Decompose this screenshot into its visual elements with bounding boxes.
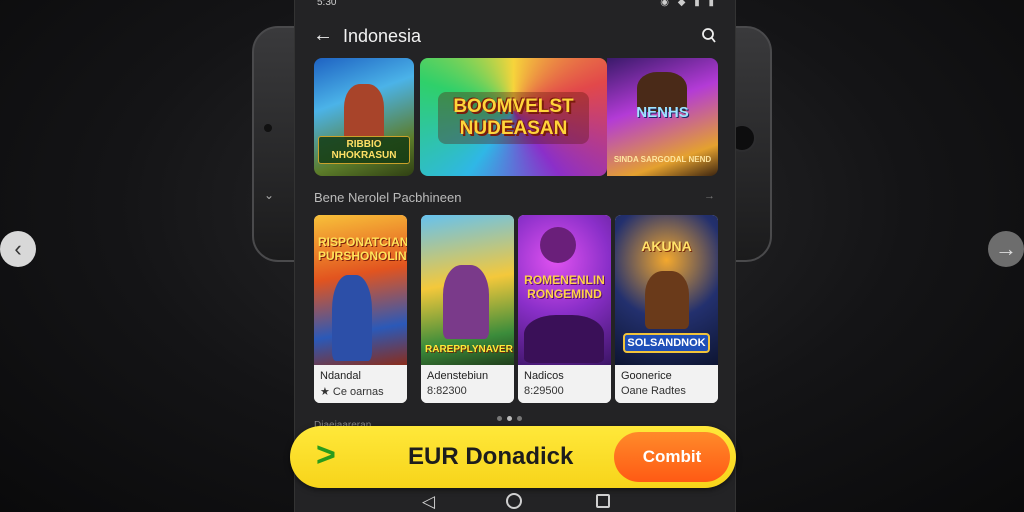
section-title: Bene Nerolel Pacbhineen [314,190,462,205]
card-meta: Goonerice Oane Radtes [615,365,718,403]
game-subtitle: Oane Radtes [621,385,686,397]
page-title: Indonesia [343,26,422,46]
status-time: 5:30 [317,0,337,8]
banner-title: NENHS [636,104,689,121]
system-navigation-bar: ◁ [294,490,736,512]
app-bar: ← Indonesia [295,20,735,54]
game-card[interactable]: ROMENENLIN RONGEMIND Nadicos 8:29500 [518,215,611,403]
status-bar: 5:30 ◉ ◆ ▮ ▮ [295,0,735,12]
carousel-prev-button[interactable]: ‹ [0,231,36,267]
arrow-right-icon: → [995,236,1017,261]
pagination-dot[interactable] [497,416,502,421]
search-icon[interactable] [699,26,719,46]
game-card[interactable]: RISPONATCIAN PURSHONOLIN Ndandal ★ Ce oa… [314,215,407,403]
chevron-down-icon: ⌄ [264,188,275,202]
banner-title: BOOMVELST NUDEASAN [438,92,589,144]
game-logo: AKUNA [641,238,692,254]
pagination-dot-active[interactable] [507,416,512,421]
home-circle-icon[interactable] [506,493,522,509]
submit-button[interactable]: Combit [614,432,730,482]
banner-featured[interactable]: BOOMVELST NUDEASAN [420,58,607,176]
game-card[interactable]: RAREPPLYNAVER Adenstebiun 8:82300 [421,215,514,403]
character-figure [344,84,384,142]
card-meta: Adenstebiun 8:82300 [421,365,514,403]
game-name: Adenstebiun [427,370,489,382]
back-triangle-icon[interactable]: ◁ [422,492,435,512]
section-more-icon[interactable]: → [704,190,715,202]
card-meta: Ndandal ★ Ce oarnas [314,365,407,403]
pagination-dots[interactable] [497,416,522,421]
card-meta: Nadicos 8:29500 [518,365,611,403]
game-name: Ndandal [320,370,361,382]
banner-game-3[interactable]: NENHS SINDA SARGODAL NEND [607,58,718,176]
camera-icon [264,124,272,132]
game-subtitle: ★ Ce oarnas [320,386,384,398]
chevron-right-icon: > [316,436,336,474]
character-figure [332,275,372,361]
banner-game-1[interactable]: RIBBIO NHOKRASUN [314,58,414,176]
orb-figure [540,227,576,263]
game-card[interactable]: AKUNA SOLSANDNOK Goonerice Oane Radtes [615,215,718,403]
crowd-figure [524,315,604,363]
game-logo: ROMENENLIN RONGEMIND [524,273,605,301]
game-logo-secondary: SOLSANDNOK [623,333,710,353]
game-subtitle: 8:82300 [427,385,467,397]
game-logo: RISPONATCIAN PURSHONOLIN [318,235,407,263]
cta-label: EUR Donadick [408,443,574,470]
character-figure [443,265,489,339]
game-name: Goonerice [621,370,672,382]
game-logo: RAREPPLYNAVER [425,344,513,355]
pagination-dot[interactable] [517,416,522,421]
game-name: Nadicos [524,370,564,382]
banner-subtitle: SINDA SARGODAL NEND [613,155,712,164]
game-subtitle: 8:29500 [524,385,564,397]
back-arrow-icon[interactable]: ← [313,24,333,47]
recent-apps-icon[interactable] [596,494,610,508]
cta-bar[interactable]: > EUR Donadick Combit [290,426,736,488]
carousel-next-button[interactable]: → [988,231,1024,267]
status-icons: ◉ ◆ ▮ ▮ [660,0,717,8]
banner-title: RIBBIO NHOKRASUN [318,136,410,164]
chevron-left-icon: ‹ [14,236,22,261]
character-figure [645,271,689,329]
